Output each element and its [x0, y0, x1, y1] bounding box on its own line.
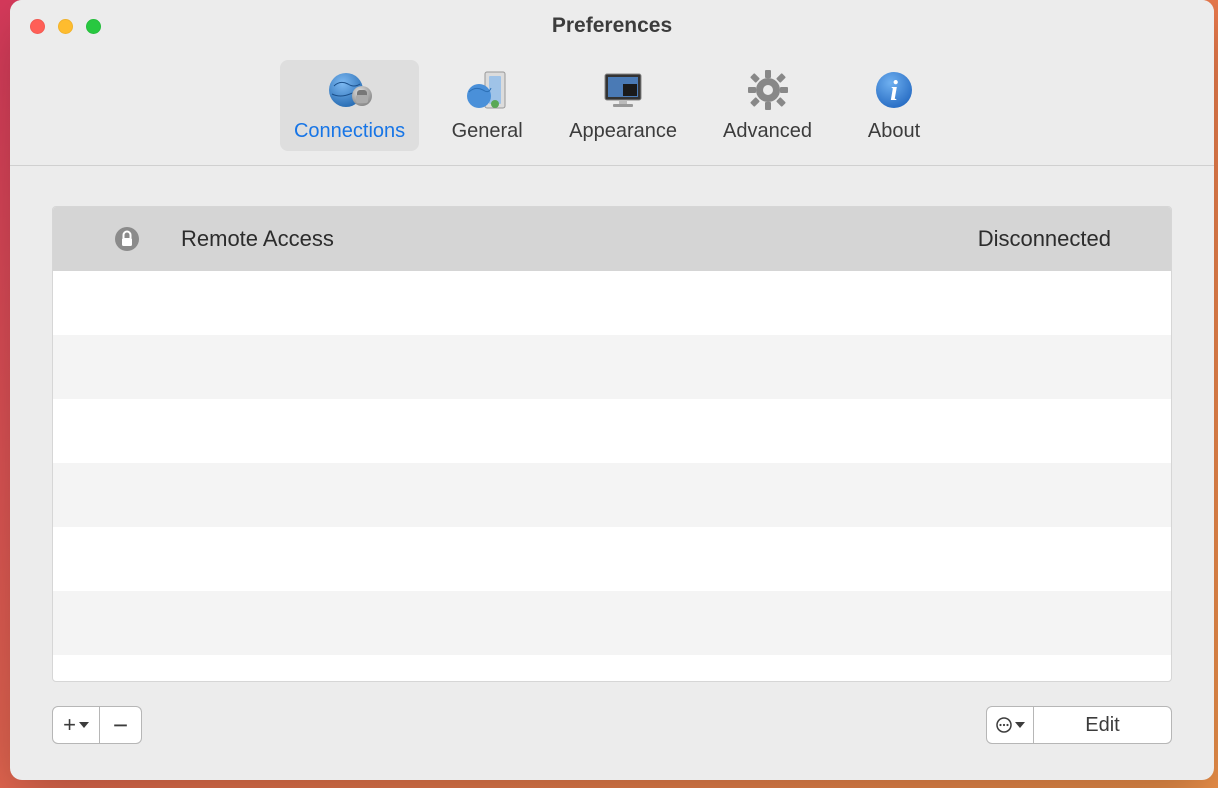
table-row-empty — [53, 335, 1171, 399]
table-row-empty — [53, 655, 1171, 681]
table-row-empty — [53, 463, 1171, 527]
tab-general[interactable]: General — [437, 60, 537, 151]
table-row-empty — [53, 527, 1171, 591]
lock-icon — [113, 225, 141, 253]
action-group: Edit — [986, 706, 1172, 744]
svg-text:i: i — [890, 76, 898, 107]
tab-label: General — [452, 120, 523, 143]
traffic-lights — [10, 19, 101, 34]
minus-icon: − — [113, 712, 128, 738]
connection-name: Remote Access — [181, 226, 978, 252]
gear-icon — [744, 66, 792, 114]
preferences-window: Preferences — [10, 0, 1214, 780]
table-row-empty — [53, 399, 1171, 463]
minimize-button[interactable] — [58, 19, 73, 34]
chevron-down-icon — [1015, 722, 1025, 728]
window-title: Preferences — [10, 14, 1214, 38]
content-area: Remote Access Disconnected — [10, 166, 1214, 682]
ellipsis-circle-icon — [996, 717, 1012, 733]
tab-label: Appearance — [569, 120, 677, 143]
toolbar: Connections General — [10, 52, 1214, 166]
tab-label: Advanced — [723, 120, 812, 143]
connections-table: Remote Access Disconnected — [52, 206, 1172, 682]
tab-about[interactable]: i About — [844, 60, 944, 151]
plus-icon: + — [63, 714, 76, 736]
edit-button[interactable]: Edit — [1034, 706, 1172, 744]
add-button[interactable]: + — [52, 706, 100, 744]
tab-advanced[interactable]: Advanced — [709, 60, 826, 151]
maximize-button[interactable] — [86, 19, 101, 34]
chevron-down-icon — [79, 722, 89, 728]
connection-status: Disconnected — [978, 226, 1111, 252]
general-icon — [463, 66, 511, 114]
action-menu-button[interactable] — [986, 706, 1034, 744]
footer: + − Edit — [10, 682, 1214, 780]
tab-label: About — [868, 120, 920, 143]
close-button[interactable] — [30, 19, 45, 34]
globe-icon — [326, 66, 374, 114]
titlebar: Preferences — [10, 0, 1214, 52]
tab-connections[interactable]: Connections — [280, 60, 419, 151]
table-row-empty — [53, 591, 1171, 655]
edit-label: Edit — [1085, 714, 1119, 737]
remove-button[interactable]: − — [100, 706, 142, 744]
tab-label: Connections — [294, 120, 405, 143]
add-remove-group: + − — [52, 706, 142, 744]
tab-appearance[interactable]: Appearance — [555, 60, 691, 151]
info-icon: i — [870, 66, 918, 114]
monitor-icon — [599, 66, 647, 114]
table-row[interactable]: Remote Access Disconnected — [53, 207, 1171, 271]
table-row-empty — [53, 271, 1171, 335]
